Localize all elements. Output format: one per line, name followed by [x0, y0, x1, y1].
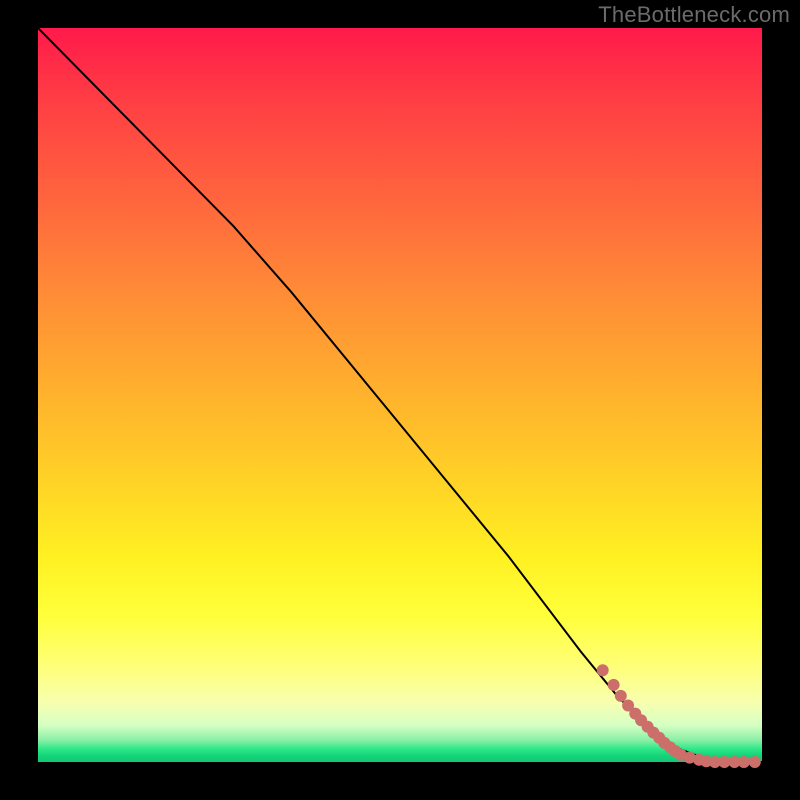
highlight-dot [597, 664, 609, 676]
plot-area [38, 28, 762, 762]
chart-overlay [38, 28, 762, 762]
highlight-dot [738, 756, 750, 768]
chart-frame: TheBottleneck.com [0, 0, 800, 800]
highlight-dot [615, 690, 627, 702]
highlight-dot [608, 679, 620, 691]
watermark-text: TheBottleneck.com [598, 2, 790, 28]
highlight-points [597, 664, 761, 768]
bottleneck-curve [38, 28, 762, 762]
highlight-dot [749, 756, 761, 768]
